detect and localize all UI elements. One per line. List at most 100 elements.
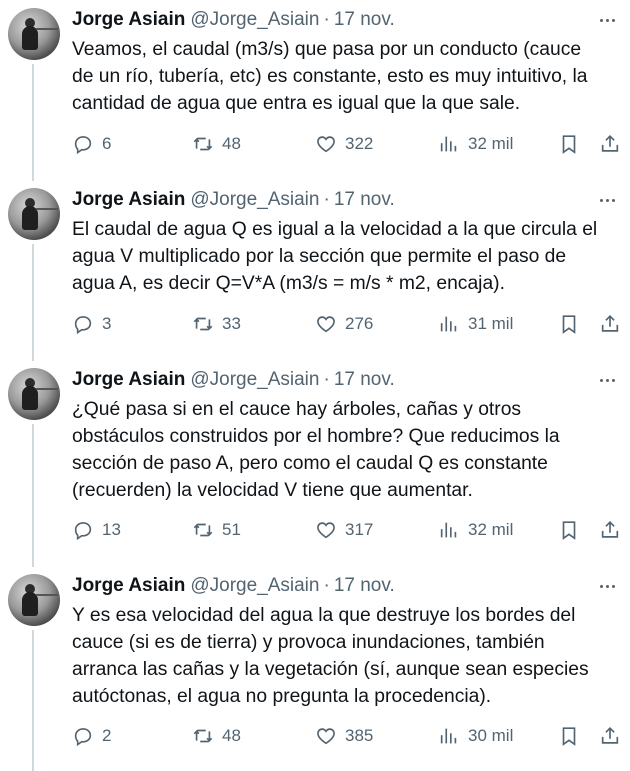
views-button[interactable]: 32 mil [438, 131, 513, 157]
like-count: 385 [345, 726, 374, 745]
bookmark-icon [562, 315, 576, 334]
tweet-header: Jorge Asiain @Jorge_Asiain · 17 nov. [72, 188, 395, 212]
author-name[interactable]: Jorge Asiain [72, 9, 185, 31]
tweet-date[interactable]: 17 nov. [334, 9, 395, 31]
like-button[interactable]: 385 [315, 723, 373, 749]
reply-button[interactable]: 6 [72, 131, 111, 157]
tweet-actions: 2 48 385 30 mil [72, 723, 628, 749]
author-name[interactable]: Jorge Asiain [72, 575, 185, 597]
retweet-icon [193, 523, 213, 537]
bookmark-icon [562, 521, 576, 540]
tweet-text-line: ¿Qué pasa si en el cauce hay árboles, ca… [72, 399, 522, 420]
tweet-text: El caudal de agua Q es igual a la veloci… [72, 216, 622, 297]
tweet-text-line: Y es esa velocidad del agua la que destr… [72, 605, 576, 626]
views-count: 31 mil [468, 314, 514, 333]
reply-button[interactable]: 2 [72, 723, 111, 749]
retweet-icon [193, 317, 213, 331]
avatar[interactable] [8, 574, 60, 626]
more-icon[interactable] [596, 369, 618, 391]
avatar[interactable] [8, 8, 60, 60]
reply-count: 3 [102, 314, 112, 333]
reply-icon [74, 522, 92, 541]
reply-count: 13 [102, 520, 121, 539]
views-button[interactable]: 31 mil [438, 311, 513, 337]
bookmark-button[interactable] [558, 723, 580, 749]
tweet-header: Jorge Asiain @Jorge_Asiain · 17 nov. [72, 368, 395, 392]
tweet-text-line: de un río, tubería, etc) es constante, e… [72, 66, 588, 87]
tweet-actions: 6 48 322 32 mil [72, 131, 628, 157]
share-button[interactable] [599, 311, 621, 337]
tweet-text-line: autóctonas, el agua no pregunta la proce… [72, 686, 492, 707]
reply-count: 6 [102, 134, 112, 153]
like-button[interactable]: 317 [315, 517, 373, 543]
retweet-button[interactable]: 48 [192, 723, 241, 749]
thread-line [32, 424, 34, 567]
share-button[interactable] [599, 517, 621, 543]
separator: · [323, 189, 330, 210]
bookmark-button[interactable] [558, 517, 580, 543]
reply-button[interactable]: 13 [72, 517, 121, 543]
views-button[interactable]: 30 mil [438, 723, 513, 749]
more-icon[interactable] [596, 575, 618, 597]
tweet-text-line: agua A, es decir Q=V*A (m3/s = m/s * m2,… [72, 273, 505, 294]
tweet-actions: 3 33 276 31 mil [72, 311, 628, 337]
like-button[interactable]: 322 [315, 131, 373, 157]
views-icon [440, 136, 457, 152]
reply-icon [74, 316, 92, 335]
tweet-date[interactable]: 17 nov. [334, 575, 395, 597]
like-count: 322 [345, 134, 374, 153]
author-name[interactable]: Jorge Asiain [72, 189, 185, 211]
retweet-button[interactable]: 48 [192, 131, 241, 157]
share-button[interactable] [599, 131, 621, 157]
heart-icon [317, 728, 335, 745]
author-handle[interactable]: @Jorge_Asiain [190, 9, 319, 31]
bookmark-icon [562, 727, 576, 746]
share-icon [601, 521, 619, 538]
share-icon [601, 727, 619, 744]
tweet-date[interactable]: 17 nov. [334, 189, 395, 211]
separator: · [323, 369, 330, 390]
tweet-text-line: cauce (si es de tierra) y provoca inunda… [72, 632, 545, 653]
retweet-count: 33 [222, 314, 241, 333]
retweet-count: 48 [222, 726, 241, 745]
avatar[interactable] [8, 368, 60, 420]
avatar[interactable] [8, 188, 60, 240]
heart-icon [317, 522, 335, 539]
thread-line [32, 630, 34, 771]
reply-icon [74, 136, 92, 155]
retweet-button[interactable]: 51 [192, 517, 241, 543]
views-count: 32 mil [468, 520, 514, 539]
like-count: 317 [345, 520, 374, 539]
author-name[interactable]: Jorge Asiain [72, 369, 185, 391]
retweet-icon [193, 729, 213, 743]
author-handle[interactable]: @Jorge_Asiain [190, 369, 319, 391]
author-handle[interactable]: @Jorge_Asiain [190, 575, 319, 597]
more-icon[interactable] [596, 9, 618, 31]
like-button[interactable]: 276 [315, 311, 373, 337]
separator: · [323, 575, 330, 596]
share-icon [601, 315, 619, 332]
tweet-date[interactable]: 17 nov. [334, 369, 395, 391]
views-count: 30 mil [468, 726, 514, 745]
more-icon[interactable] [596, 189, 618, 211]
author-handle[interactable]: @Jorge_Asiain [190, 189, 319, 211]
share-button[interactable] [599, 723, 621, 749]
tweet-text-line: obstáculos construidos por el hombre? Qu… [72, 426, 560, 447]
bookmark-button[interactable] [558, 131, 580, 157]
views-icon [440, 316, 457, 332]
views-button[interactable]: 32 mil [438, 517, 513, 543]
tweet-text-line: Veamos, el caudal (m3/s) que pasa por un… [72, 39, 582, 60]
retweet-icon [193, 137, 213, 151]
retweet-button[interactable]: 33 [192, 311, 241, 337]
tweet-text: Veamos, el caudal (m3/s) que pasa por un… [72, 36, 622, 117]
tweet-text-line: sección de paso A, pero como el caudal Q… [72, 453, 548, 474]
bookmark-icon [562, 135, 576, 154]
separator: · [323, 9, 330, 30]
tweet-header: Jorge Asiain @Jorge_Asiain · 17 nov. [72, 574, 395, 598]
reply-count: 2 [102, 726, 112, 745]
share-icon [601, 135, 619, 152]
bookmark-button[interactable] [558, 311, 580, 337]
views-icon [440, 728, 457, 744]
heart-icon [317, 316, 335, 333]
reply-button[interactable]: 3 [72, 311, 111, 337]
